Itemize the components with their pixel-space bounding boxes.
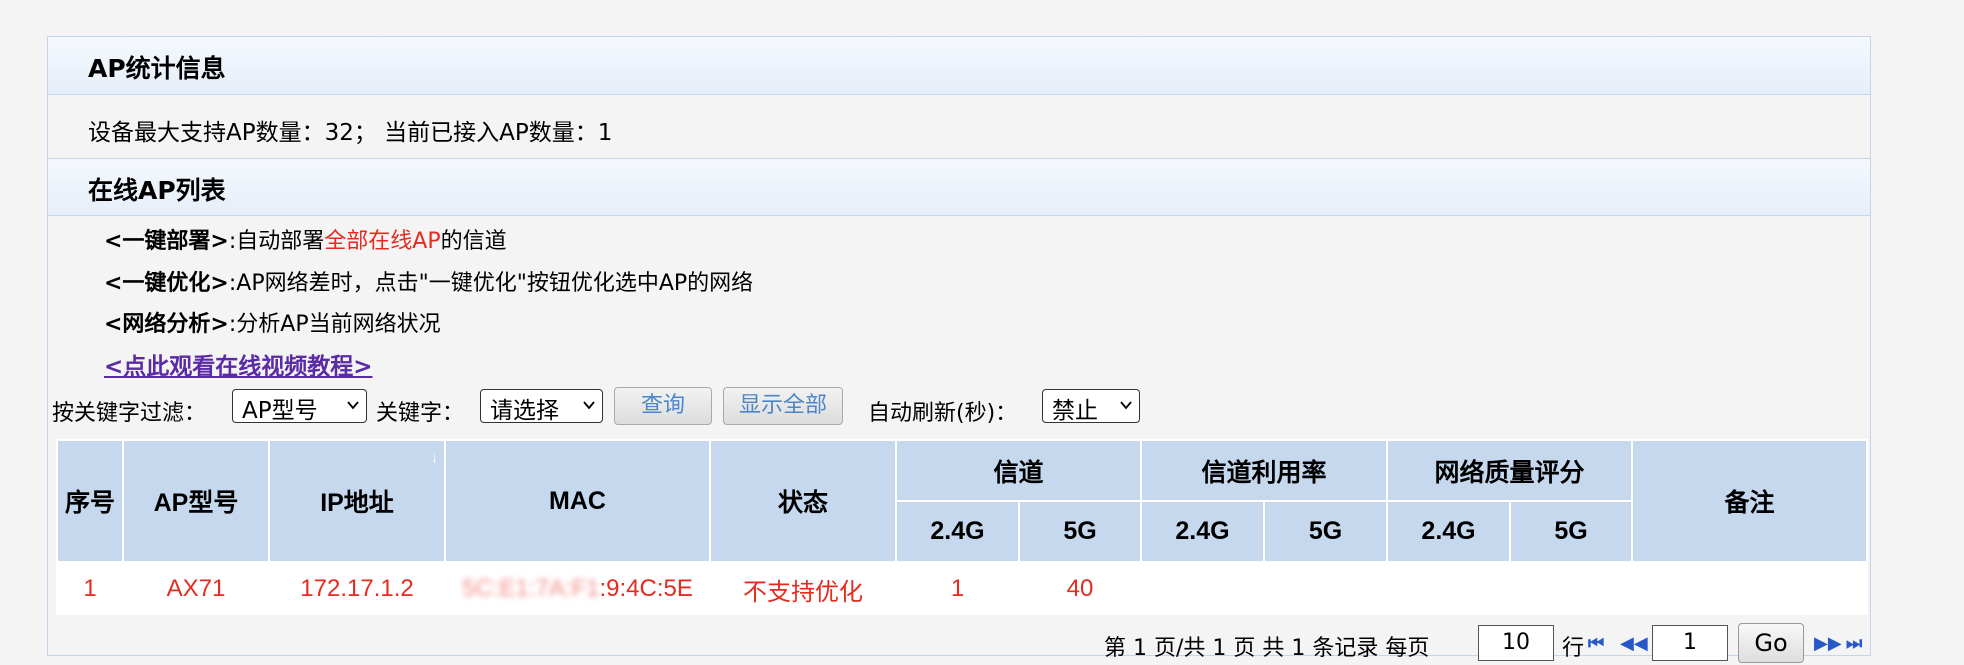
note-network-analysis: <网络分析>:分析AP当前网络状况 [104,306,441,338]
ap-stats-title: AP统计信息 [88,54,226,83]
cell-mac: 5C:E1:7A:F1:9:4C:5E [444,562,711,615]
next-page-icon[interactable]: ▶▶ [1814,633,1842,654]
ap-count-summary: 设备最大支持AP数量：32； 当前已接入AP数量：1 [88,120,613,146]
ap-table: 序号 AP型号 ↓ IP地址 MAC 状态 信道 信道利用率 网络质量评分 备注… [56,439,1869,615]
col-ip[interactable]: ↓ IP地址 [268,439,446,563]
first-page-icon[interactable]: ⏮ [1588,633,1604,654]
cell-status: 不支持优化 [709,562,897,615]
ap-panel: AP统计信息 设备最大支持AP数量：32； 当前已接入AP数量：1 在线AP列表… [47,36,1871,656]
query-button[interactable]: 查询 [614,387,712,425]
note-one-click-deploy: <一键部署>:自动部署全部在线AP的信道 [104,223,507,255]
auto-refresh-label: 自动刷新(秒)： [868,401,1018,426]
table-row[interactable]: 1 AX71 172.17.1.2 5C:E1:7A:F1:9:4C:5E 不支… [56,562,1869,615]
note-key: <一键部署> [104,229,229,254]
col-quality: 网络质量评分 [1386,439,1634,502]
col-model[interactable]: AP型号 [122,439,270,563]
mac-visible: :9:4C:5E [599,575,693,602]
col-util-24g[interactable]: 2.4G [1140,500,1266,563]
cell-ip: 172.17.1.2 [268,562,446,615]
ap-stats-header: AP统计信息 [48,37,1870,95]
col-channel-24g[interactable]: 2.4G [895,500,1020,563]
cell-util-24g [1140,562,1266,615]
keyword-value: 请选择 [490,398,559,424]
cell-quality-24g [1386,562,1512,615]
chevron-down-icon [347,401,359,410]
col-mac[interactable]: MAC [444,439,711,563]
note-text-after: 的信道 [440,229,507,254]
filter-bar: 按关键字过滤： AP型号 关键字： 请选择 查询 显示全部 自动刷新(秒)： 禁… [52,386,1152,428]
sort-arrow-icon: ↓ [431,449,438,465]
col-quality-24g[interactable]: 2.4G [1386,500,1512,563]
mac-redacted: 5C:E1:7A:F1 [462,575,600,602]
note-one-click-optimize: <一键优化>:AP网络差时，点击"一键优化"按钮优化选中AP的网络 [104,265,753,297]
cell-channel-5g: 40 [1017,562,1143,615]
col-index[interactable]: 序号 [56,439,124,563]
note-key: <网络分析> [104,312,229,337]
col-status[interactable]: 状态 [709,439,897,563]
col-util-5g[interactable]: 5G [1263,500,1389,563]
online-ap-title: 在线AP列表 [88,176,226,205]
col-remark: 备注 [1631,439,1869,563]
note-text: :自动部署 [228,229,325,254]
col-channel-5g[interactable]: 5G [1017,500,1143,563]
filter-field-select[interactable]: AP型号 [232,389,367,424]
auto-refresh-select[interactable]: 禁止 [1042,389,1140,424]
col-channel: 信道 [894,439,1143,502]
cell-quality-5g [1509,562,1634,615]
cell-remark [1631,562,1869,615]
last-page-icon[interactable]: ⏭ [1846,633,1862,654]
col-ip-label: IP地址 [320,489,394,517]
cell-model: AX71 [122,562,270,615]
show-all-button[interactable]: 显示全部 [723,387,843,425]
col-quality-5g[interactable]: 5G [1509,500,1634,563]
online-ap-header: 在线AP列表 [48,158,1870,216]
prev-page-icon[interactable]: ◀◀ [1620,633,1648,654]
chevron-down-icon [583,401,595,410]
filter-label: 按关键字过滤： [52,401,207,426]
keyword-select[interactable]: 请选择 [480,389,603,424]
keyword-label: 关键字： [376,401,465,426]
pagination: 第 1 页/共 1 页 共 1 条记录 每页 10 行 ⏮ ◀◀ 1 Go ▶▶… [0,623,1964,665]
cell-util-5g [1263,562,1389,615]
note-text: :AP网络差时，点击"一键优化"按钮优化选中AP的网络 [228,271,754,296]
auto-refresh-value: 禁止 [1052,398,1098,424]
per-page-input[interactable]: 10 [1478,625,1554,661]
page-number-input[interactable]: 1 [1652,625,1728,661]
note-key: <一键优化> [104,271,229,296]
go-button[interactable]: Go [1738,623,1804,663]
cell-index: 1 [56,562,124,615]
page-info: 第 1 页/共 1 页 共 1 条记录 每页 [1104,636,1430,661]
cell-channel-24g: 1 [895,562,1020,615]
note-text: :分析AP当前网络状况 [228,312,441,337]
chevron-down-icon [1120,401,1132,410]
col-channel-util: 信道利用率 [1140,439,1389,502]
filter-field-value: AP型号 [242,398,318,424]
note-highlight: 全部在线AP [324,229,441,254]
video-tutorial-link[interactable]: <点此观看在线视频教程> [104,347,373,381]
row-unit-label: 行 [1562,636,1585,661]
